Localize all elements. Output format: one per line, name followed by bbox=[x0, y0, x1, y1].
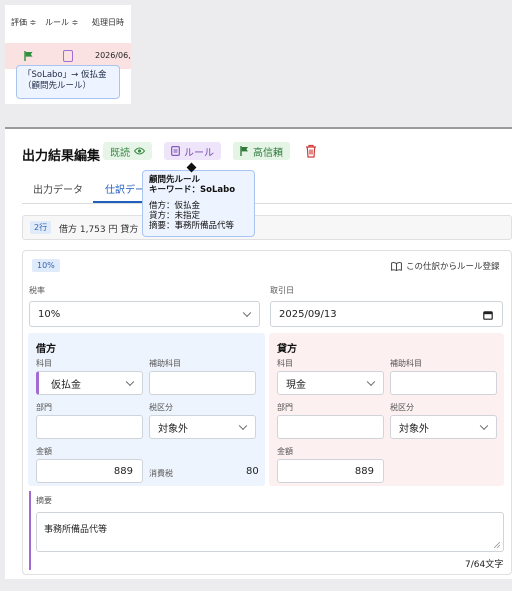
credit-amount-input[interactable]: 889 bbox=[277, 459, 384, 483]
debit-dept-label: 部門 bbox=[36, 403, 52, 412]
read-badge-label: 既読 bbox=[110, 147, 130, 159]
consumption-tax-label: 消費税 bbox=[149, 469, 173, 478]
debit-dept-input[interactable] bbox=[36, 415, 143, 439]
credit-sub-account-input[interactable] bbox=[390, 371, 497, 395]
debit-tax-category-select[interactable]: 対象外 bbox=[149, 415, 256, 439]
debit-amount-input[interactable]: 889 bbox=[36, 459, 143, 483]
debit-account-select[interactable]: 仮払金 bbox=[36, 371, 143, 395]
chevron-down-icon bbox=[125, 377, 135, 387]
column-header-rating[interactable]: 評価 ≑ bbox=[11, 17, 36, 28]
rule-icon bbox=[171, 146, 180, 156]
credit-sub-account-label: 補助科目 bbox=[390, 359, 422, 368]
chevron-down-icon bbox=[242, 308, 252, 318]
credit-section: 貸方 科目 現金 補助科目 部門 税区分 対象外 金額 889 bbox=[269, 333, 504, 486]
column-header-rule[interactable]: ルール ≑ bbox=[45, 17, 78, 28]
book-icon bbox=[391, 261, 402, 271]
journal-list: 評価 ≑ ルール ≑ 処理日時 2026/06, 「SoLabo」→ 仮払金 （… bbox=[5, 5, 131, 104]
flag-icon bbox=[240, 146, 248, 156]
page-title: 出力結果編集 bbox=[22, 149, 101, 164]
flag-icon bbox=[24, 51, 33, 61]
rule-badge[interactable]: ルール bbox=[164, 142, 221, 160]
date-value: 2025/09/13 bbox=[279, 308, 337, 320]
chevron-down-icon bbox=[366, 377, 376, 387]
credit-amount-value: 889 bbox=[354, 465, 374, 477]
credit-tax-category-label: 税区分 bbox=[390, 403, 414, 412]
register-rule-button[interactable]: この仕訳からルール登録 bbox=[391, 260, 500, 272]
rule-detail-tooltip: 顧問先ルール キーワード：SoLabo 借方：仮払金 貸方：未指定 摘要：事務所… bbox=[142, 170, 255, 237]
debit-section: 借方 科目 仮払金 補助科目 部門 税区分 対象外 金額 889 消費税 80 bbox=[28, 333, 265, 486]
register-rule-label: この仕訳からルール登録 bbox=[406, 262, 500, 272]
credit-tax-category-select[interactable]: 対象外 bbox=[390, 415, 497, 439]
tax-rate-select[interactable]: 10% bbox=[29, 301, 260, 327]
memo-textarea[interactable]: 事務所備品代等 bbox=[36, 512, 504, 552]
rule-badge-label: ルール bbox=[184, 147, 214, 159]
debit-tax-category-label: 税区分 bbox=[149, 403, 173, 412]
list-header: 評価 ≑ ルール ≑ 処理日時 bbox=[5, 5, 131, 37]
credit-account-value: 現金 bbox=[286, 379, 306, 391]
summary-text: 借方 1,753 円 貸方 bbox=[59, 225, 139, 235]
tooltip-memo: 摘要：事務所備品代等 bbox=[149, 221, 235, 231]
calendar-icon[interactable] bbox=[483, 310, 493, 320]
chevron-down-icon bbox=[479, 421, 489, 431]
tabs-divider bbox=[22, 203, 512, 204]
rule-icon[interactable] bbox=[63, 50, 73, 62]
tooltip-rule-type: 顧問先ルール bbox=[149, 175, 201, 185]
credit-dept-label: 部門 bbox=[277, 403, 293, 412]
credit-amount-label: 金額 bbox=[277, 447, 293, 456]
tax-rate-value: 10% bbox=[38, 308, 61, 320]
resize-handle-icon[interactable] bbox=[494, 542, 500, 548]
credit-tax-category-value: 対象外 bbox=[399, 423, 429, 435]
credit-account-select[interactable]: 現金 bbox=[277, 371, 384, 395]
debit-account-value: 仮払金 bbox=[51, 379, 81, 391]
tab-output-data[interactable]: 出力データ bbox=[33, 181, 83, 196]
row-count-badge: 2行 bbox=[30, 221, 52, 234]
date-input[interactable]: 2025/09/13 bbox=[270, 301, 503, 327]
journal-summary: 2行 借方 1,753 円 貸方 bbox=[22, 215, 512, 240]
debit-amount-label: 金額 bbox=[36, 447, 52, 456]
tooltip-line: （顧問先ルール） bbox=[23, 81, 92, 91]
column-header-processed-at[interactable]: 処理日時 bbox=[92, 17, 124, 28]
tab-journal-data[interactable]: 仕訳デー bbox=[105, 181, 143, 196]
tooltip-keyword: キーワード：SoLabo bbox=[149, 185, 236, 195]
tax-rate-chip: 10% bbox=[32, 259, 60, 272]
debit-sub-account-input[interactable] bbox=[149, 371, 256, 395]
credit-dept-input[interactable] bbox=[277, 415, 384, 439]
rule-tooltip: 「SoLabo」→ 仮払金 （顧問先ルール） bbox=[16, 65, 120, 99]
credit-title: 貸方 bbox=[277, 344, 297, 355]
memo-char-counter: 7/64文字 bbox=[465, 560, 504, 570]
credit-account-label: 科目 bbox=[277, 359, 293, 368]
confidence-badge-label: 高信頼 bbox=[253, 147, 283, 159]
debit-tax-category-value: 対象外 bbox=[158, 423, 188, 435]
memo-highlight-bar bbox=[29, 491, 31, 570]
tooltip-credit: 貸方：未指定 bbox=[149, 211, 201, 221]
processed-date: 2026/06, bbox=[95, 51, 131, 60]
tooltip-line: 「SoLabo」→ 仮払金 bbox=[23, 70, 107, 80]
debit-amount-value: 889 bbox=[113, 465, 133, 477]
tax-rate-label: 税率 bbox=[29, 286, 45, 295]
date-label: 取引日 bbox=[270, 286, 294, 295]
memo-value: 事務所備品代等 bbox=[44, 525, 108, 535]
eye-icon bbox=[134, 147, 145, 155]
debit-title: 借方 bbox=[36, 344, 56, 355]
chevron-down-icon bbox=[238, 421, 248, 431]
debit-sub-account-label: 補助科目 bbox=[149, 359, 181, 368]
trash-icon[interactable] bbox=[305, 144, 317, 158]
tooltip-debit: 借方：仮払金 bbox=[149, 201, 201, 211]
confidence-badge: 高信頼 bbox=[233, 142, 290, 160]
consumption-tax-value: 80 bbox=[246, 466, 259, 477]
read-badge[interactable]: 既読 bbox=[103, 142, 152, 160]
debit-account-label: 科目 bbox=[36, 359, 52, 368]
memo-label: 摘要 bbox=[36, 496, 52, 505]
